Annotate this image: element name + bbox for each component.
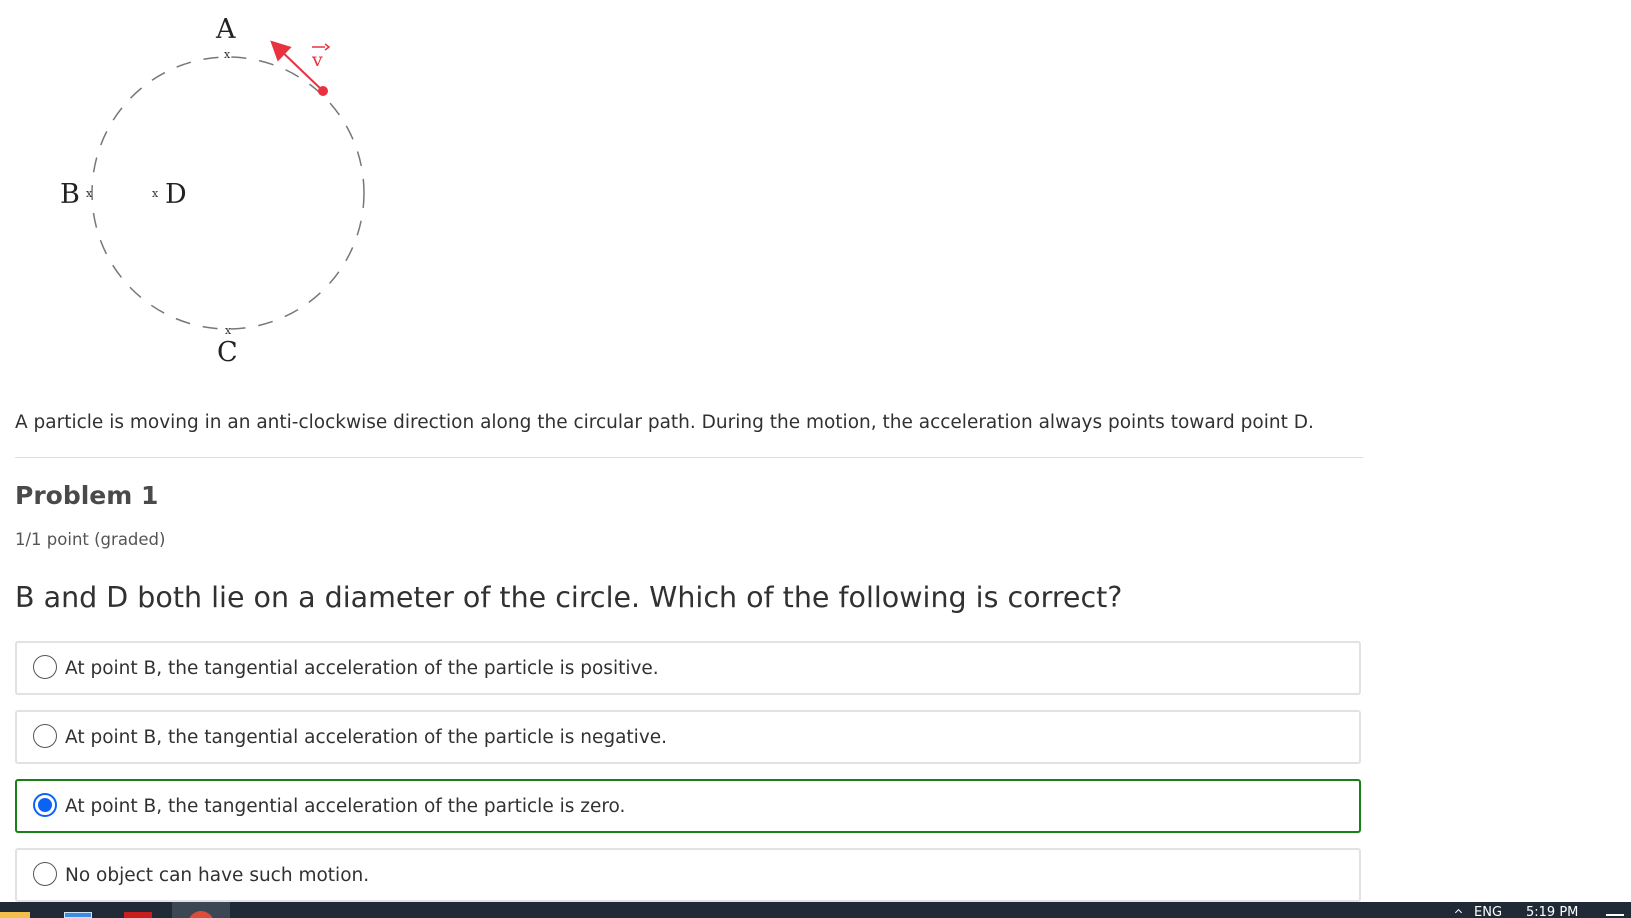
circular-motion-diagram: A x B x x D x C v — [60, 14, 365, 368]
clock[interactable]: 5:19 PM — [1526, 906, 1578, 918]
language-indicator[interactable]: ENG — [1474, 906, 1502, 918]
point-a-label: A — [215, 14, 236, 45]
page: A x B x x D x C v A particle is moving i… — [0, 0, 1631, 918]
divider — [15, 457, 1363, 458]
taskbar: ENG 5:19 PM — [0, 902, 1631, 918]
radio-button-4[interactable] — [33, 862, 57, 886]
point-d-marker: x — [152, 187, 159, 200]
answer-option-2[interactable]: At point B, the tangential acceleration … — [15, 710, 1361, 764]
point-d-label: D — [165, 179, 187, 210]
folder-icon[interactable] — [0, 912, 30, 918]
point-c-marker: x — [225, 324, 232, 337]
particle-dot — [318, 86, 328, 96]
app-icon[interactable] — [64, 912, 92, 918]
problem-intro-text: A particle is moving in an anti-clockwis… — [15, 412, 1314, 433]
problem-title: Problem 1 — [15, 481, 159, 510]
answer-option-label[interactable]: No object can have such motion. — [65, 865, 369, 886]
point-a-marker: x — [224, 48, 231, 61]
velocity-label: v — [311, 49, 323, 71]
answer-option-4[interactable]: No object can have such motion. — [15, 848, 1361, 902]
chevron-up-icon[interactable] — [1454, 908, 1463, 917]
circular-path — [91, 56, 365, 330]
answer-option-label[interactable]: At point B, the tangential acceleration … — [65, 796, 625, 817]
point-c-label: C — [217, 337, 238, 368]
point-b-marker: x — [86, 187, 93, 200]
problem-points: 1/1 point (graded) — [15, 530, 166, 549]
answer-option-3[interactable]: At point B, the tangential acceleration … — [15, 779, 1361, 833]
radio-button-3[interactable] — [33, 793, 57, 817]
answer-option-label[interactable]: At point B, the tangential acceleration … — [65, 658, 659, 679]
radio-button-1[interactable] — [33, 655, 57, 679]
show-desktop-button[interactable] — [1606, 914, 1624, 916]
question-text: B and D both lie on a diameter of the ci… — [15, 581, 1123, 614]
answer-option-1[interactable]: At point B, the tangential acceleration … — [15, 641, 1361, 695]
velocity-label-arrowhead — [324, 43, 331, 51]
point-b-label: B — [60, 179, 80, 210]
acrobat-icon[interactable] — [124, 912, 152, 918]
answer-option-label[interactable]: At point B, the tangential acceleration … — [65, 727, 667, 748]
radio-button-2[interactable] — [33, 724, 57, 748]
